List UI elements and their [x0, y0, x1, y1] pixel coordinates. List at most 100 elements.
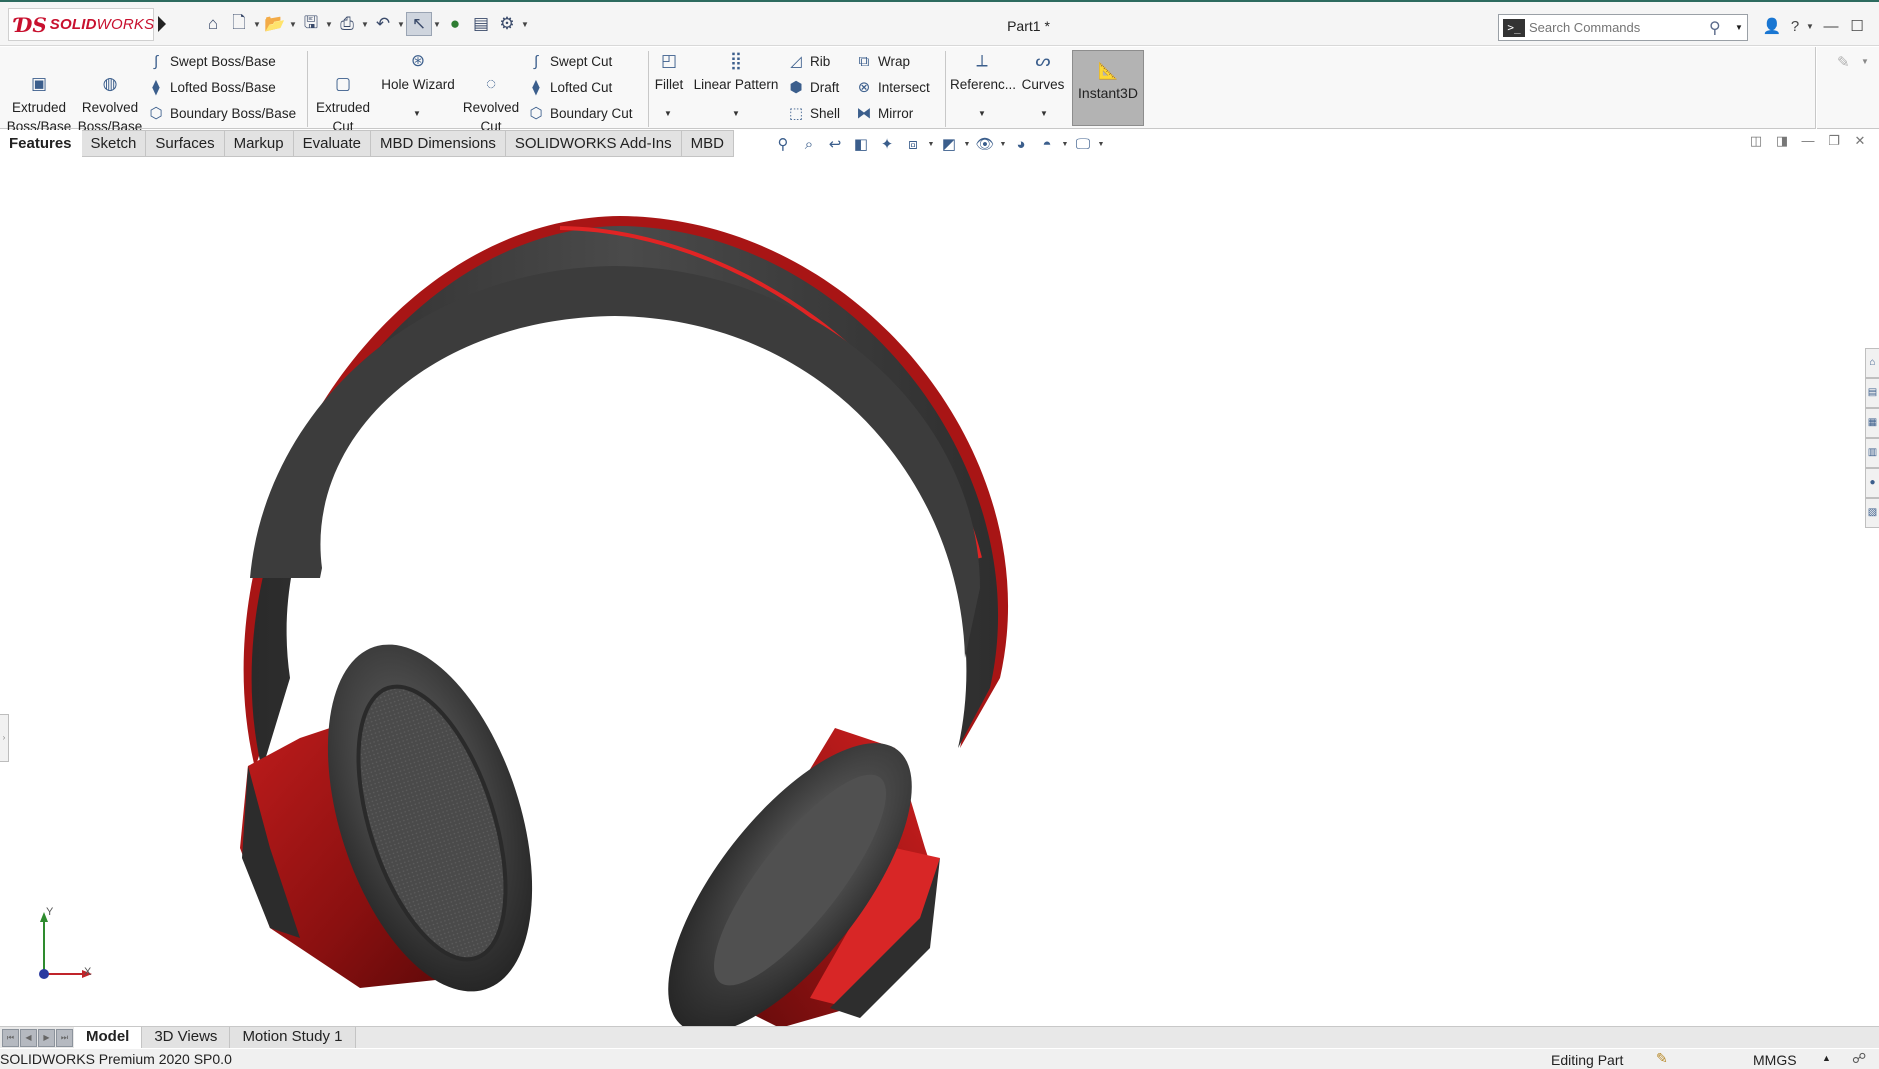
- swept-cut-button[interactable]: ∫ Swept Cut: [526, 50, 612, 72]
- curves-dropdown-icon[interactable]: ▼: [1040, 109, 1048, 118]
- options-dropdown-icon[interactable]: ▼: [520, 20, 530, 29]
- previous-view-icon[interactable]: ↩: [822, 135, 848, 153]
- tab-solidworks-add-ins[interactable]: SOLIDWORKS Add-Ins: [505, 130, 682, 157]
- reference-geometry-button[interactable]: ⟂ Referenc...: [950, 51, 1016, 94]
- task-pane-appearances-icon[interactable]: ●: [1865, 468, 1879, 498]
- feature-tree-flyout-tab[interactable]: ›: [0, 714, 9, 762]
- fillet-dropdown-icon[interactable]: ▼: [664, 109, 672, 118]
- reference-dropdown-icon[interactable]: ▼: [978, 109, 986, 118]
- dynamic-annotation-icon[interactable]: ✦: [874, 135, 900, 153]
- viewport-close-icon[interactable]: ✕: [1847, 133, 1873, 149]
- user-icon[interactable]: 👤: [1760, 17, 1784, 35]
- view-orientation-icon[interactable]: ⧈: [900, 136, 926, 153]
- edit-sketch-icon[interactable]: ✎: [1656, 1050, 1668, 1067]
- rebuild-icon[interactable]: ●: [442, 12, 468, 36]
- undo-dropdown-icon[interactable]: ▼: [396, 20, 406, 29]
- select-dropdown-icon[interactable]: ▼: [432, 20, 442, 29]
- hide-show-dropdown-icon[interactable]: ▼: [998, 141, 1008, 148]
- shell-button[interactable]: ⬚ Shell: [786, 102, 840, 124]
- help-icon[interactable]: ?: [1784, 18, 1806, 35]
- swept-boss-button[interactable]: ∫ Swept Boss/Base: [146, 50, 276, 72]
- boundary-boss-button[interactable]: ⬡ Boundary Boss/Base: [146, 102, 296, 124]
- display-style-icon[interactable]: ◩: [936, 135, 962, 153]
- viewport-left-icon[interactable]: ◫: [1743, 133, 1769, 149]
- task-pane-library-icon[interactable]: ▦: [1865, 408, 1879, 438]
- sketch-pen-dropdown-icon[interactable]: ▼: [1861, 57, 1869, 66]
- help-dropdown-icon[interactable]: ▼: [1806, 22, 1818, 31]
- open-dropdown-icon[interactable]: ▼: [288, 20, 298, 29]
- tab-markup[interactable]: Markup: [224, 130, 294, 157]
- extruded-boss-button[interactable]: ▣ Extruded Boss/Base: [6, 55, 72, 136]
- tab-sketch[interactable]: Sketch: [81, 130, 147, 157]
- hide-show-items-icon[interactable]: 👁: [972, 135, 998, 153]
- lofted-cut-button[interactable]: ⧫ Lofted Cut: [526, 76, 612, 98]
- task-pane-custom-properties-icon[interactable]: ▧: [1865, 498, 1879, 528]
- revolved-cut-button[interactable]: ◌ Revolved Cut: [460, 55, 522, 136]
- status-bar-options-icon[interactable]: ☍: [1852, 1050, 1866, 1067]
- display-style-dropdown-icon[interactable]: ▼: [962, 141, 972, 148]
- unit-system-menu-icon[interactable]: ▲: [1822, 1053, 1831, 1063]
- home-icon[interactable]: ⌂: [200, 12, 226, 36]
- viewport-restore-icon[interactable]: ❐: [1821, 133, 1847, 149]
- tab-surfaces[interactable]: Surfaces: [146, 130, 225, 157]
- extruded-cut-button[interactable]: ▢ Extruded Cut: [312, 55, 374, 136]
- next-tab-icon[interactable]: ▶: [38, 1028, 55, 1047]
- search-input[interactable]: [1529, 20, 1709, 35]
- linear-pattern-button[interactable]: ⣿ Linear Pattern: [690, 51, 782, 94]
- wrap-button[interactable]: ⧉ Wrap: [854, 50, 910, 72]
- mirror-button[interactable]: ⧓ Mirror: [854, 102, 914, 124]
- new-dropdown-icon[interactable]: ▼: [252, 20, 262, 29]
- previous-tab-icon[interactable]: ◀: [20, 1028, 37, 1047]
- select-cursor-icon[interactable]: ↖: [406, 12, 432, 36]
- tab-model[interactable]: Model: [74, 1027, 143, 1048]
- edit-appearance-icon[interactable]: ◕: [1008, 136, 1034, 153]
- graphics-area[interactable]: Y X › ⌂ ▤ ▦ ▥ ● ▧: [0, 158, 1879, 1026]
- expand-menu-arrow-icon[interactable]: [158, 16, 166, 32]
- view-orientation-dropdown-icon[interactable]: ▼: [926, 141, 936, 148]
- boundary-cut-button[interactable]: ⬡ Boundary Cut: [526, 102, 632, 124]
- tab-evaluate[interactable]: Evaluate: [293, 130, 371, 157]
- last-tab-icon[interactable]: ⏭: [56, 1028, 73, 1047]
- undo-icon[interactable]: ↶: [370, 12, 396, 36]
- options-gear-icon[interactable]: ⚙: [494, 12, 520, 36]
- rib-button[interactable]: ◿ Rib: [786, 50, 830, 72]
- minimize-icon[interactable]: —: [1818, 18, 1844, 35]
- task-pane-resources-icon[interactable]: ▤: [1865, 378, 1879, 408]
- tab-mbd-dimensions[interactable]: MBD Dimensions: [371, 130, 506, 157]
- zoom-to-fit-icon[interactable]: ⚲: [770, 135, 796, 153]
- first-tab-icon[interactable]: ⏮: [2, 1028, 19, 1047]
- viewport-right-icon[interactable]: ◨: [1769, 133, 1795, 149]
- apply-scene-icon[interactable]: ◓: [1034, 136, 1060, 153]
- file-properties-icon[interactable]: ▤: [468, 12, 494, 36]
- apply-scene-dropdown-icon[interactable]: ▼: [1060, 141, 1070, 148]
- tab-mbd[interactable]: MBD: [681, 130, 734, 157]
- search-commands-box[interactable]: >_ ⚲ ▼: [1498, 14, 1748, 41]
- draft-button[interactable]: ⬢ Draft: [786, 76, 839, 98]
- tab-3d-views[interactable]: 3D Views: [142, 1027, 231, 1048]
- print-dropdown-icon[interactable]: ▼: [360, 20, 370, 29]
- curves-button[interactable]: ᔕ Curves: [1018, 51, 1068, 94]
- task-pane-home-icon[interactable]: ⌂: [1865, 348, 1879, 378]
- new-document-icon[interactable]: 🗋: [226, 12, 252, 36]
- open-icon[interactable]: 📂: [262, 12, 288, 36]
- view-settings-icon[interactable]: 🖵: [1070, 136, 1096, 153]
- viewport-minimize-icon[interactable]: —: [1795, 133, 1821, 149]
- unit-system[interactable]: MMGS: [1753, 1052, 1797, 1068]
- solidworks-logo[interactable]: ƊS SOLIDWORKS: [8, 8, 154, 41]
- lofted-boss-button[interactable]: ⧫ Lofted Boss/Base: [146, 76, 276, 98]
- fillet-button[interactable]: ◰ Fillet: [652, 51, 686, 94]
- view-settings-dropdown-icon[interactable]: ▼: [1096, 141, 1106, 148]
- zoom-to-area-icon[interactable]: ⌕: [796, 136, 822, 153]
- linear-pattern-dropdown-icon[interactable]: ▼: [732, 109, 740, 118]
- save-icon[interactable]: 🖫: [298, 12, 324, 36]
- search-dropdown-icon[interactable]: ▼: [1735, 23, 1743, 32]
- intersect-button[interactable]: ⊗ Intersect: [854, 76, 930, 98]
- tab-features[interactable]: Features: [0, 130, 82, 157]
- tab-motion-study-1[interactable]: Motion Study 1: [230, 1027, 356, 1048]
- revolved-boss-button[interactable]: ◍ Revolved Boss/Base: [76, 55, 144, 136]
- hole-wizard-button[interactable]: ⊛ Hole Wizard: [378, 51, 458, 94]
- search-icon[interactable]: ⚲: [1709, 18, 1731, 38]
- task-pane-file-explorer-icon[interactable]: ▥: [1865, 438, 1879, 468]
- maximize-icon[interactable]: ☐: [1844, 17, 1870, 35]
- sketch-pen-icon[interactable]: ✎: [1837, 53, 1850, 71]
